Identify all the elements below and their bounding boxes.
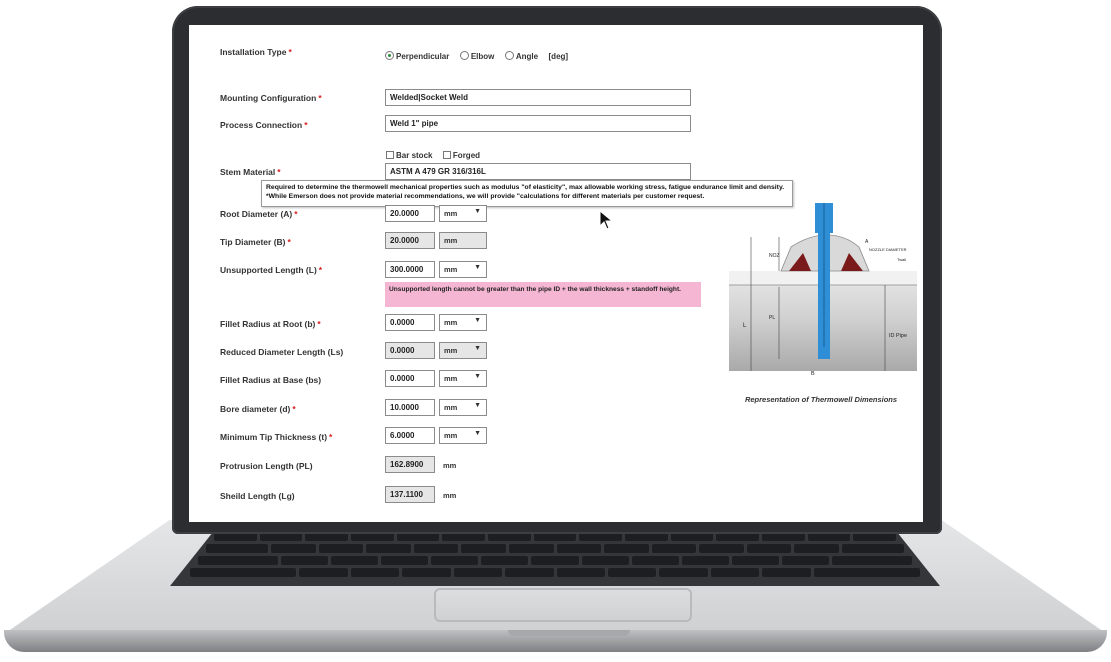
caret-down-icon: ▼ [474, 345, 481, 352]
checkbox-icon[interactable] [386, 151, 394, 159]
protrusion-length-unit: mm [443, 461, 457, 470]
stem-material-label: Stem Material * [220, 167, 281, 177]
protrusion-length-label: Protrusion Length (PL) [220, 461, 313, 471]
fillet-radius-root-field[interactable]: 0.0000 [385, 314, 435, 331]
unit-label: mm [444, 403, 458, 412]
b-label: B [811, 371, 815, 377]
radio-elbow[interactable]: Elbow [459, 51, 494, 61]
stem-material-field[interactable]: ASTM A 479 GR 316/316L [385, 163, 691, 180]
caret-down-icon: ▼ [474, 430, 481, 437]
tip-diameter-label: Tip Diameter (B) * [220, 237, 291, 247]
unsupported-length-field[interactable]: 300.0000 [385, 261, 435, 278]
diagram-caption: Representation of Thermowell Dimensions [744, 395, 898, 404]
unsupported-length-unit-select[interactable]: mm ▼ [439, 261, 487, 278]
reduced-diameter-length-label: Reduced Diameter Length (Ls) [220, 347, 344, 357]
installation-type-options: Perpendicular Elbow Angle [deg] [385, 46, 574, 64]
fillet-radius-root-label: Fillet Radius at Root (b) * [220, 319, 321, 329]
fillet-radius-base-unit-select[interactable]: mm ▼ [439, 370, 487, 387]
bore-diameter-label: Bore diameter (d) * [220, 404, 296, 414]
stock-options: Bar stock Forged [386, 145, 486, 163]
root-diameter-unit-select[interactable]: mm ▼ [439, 205, 487, 222]
installation-type-label: Installation Type * [220, 47, 292, 57]
laptop-frame: Installation Type * Perpendicular Elbow A… [0, 0, 1111, 662]
thermowell-diagram: NOZ L PL A NOZZLE DIAMETER Twall ID Pipe… [729, 203, 917, 377]
root-diameter-field[interactable]: 20.0000 [385, 205, 435, 222]
laptop-keyboard [170, 528, 940, 586]
unsupported-length-label: Unsupported Length (L) * [220, 265, 323, 275]
min-tip-thickness-unit-select[interactable]: mm ▼ [439, 427, 487, 444]
min-tip-thickness-label: Minimum Tip Thickness (t) * [220, 432, 333, 442]
id-pipe-label: ID Pipe [889, 333, 907, 339]
unit-label: mm [444, 209, 458, 218]
radio-angle[interactable]: Angle [504, 51, 538, 61]
fillet-radius-base-field[interactable]: 0.0000 [385, 370, 435, 387]
mounting-configuration-label: Mounting Configuration * [220, 93, 322, 103]
shield-length-label: Sheild Length (Lg) [220, 491, 295, 501]
checkbox-icon[interactable] [442, 151, 451, 159]
tip-diameter-unit: mm [439, 232, 487, 249]
tip-diameter-field[interactable]: 20.0000 [385, 232, 435, 249]
checkbox-bar-stock[interactable]: Bar stock [386, 151, 432, 160]
pl-label: PL [769, 315, 775, 321]
a-label: A [865, 239, 869, 245]
unit-label: mm [444, 374, 458, 383]
twall-label: Twall [897, 257, 906, 262]
radio-icon[interactable] [504, 51, 514, 60]
radio-selected-icon[interactable] [385, 51, 394, 60]
laptop-notch [508, 630, 630, 636]
reduced-diameter-length-field[interactable]: 0.0000 [385, 342, 435, 359]
reduced-diameter-length-unit-select[interactable]: mm ▼ [439, 342, 487, 359]
caret-down-icon: ▼ [474, 402, 481, 409]
fillet-radius-base-label: Fillet Radius at Base (bs) [220, 375, 322, 385]
laptop-touchpad [434, 588, 692, 622]
caret-down-icon: ▼ [474, 373, 481, 380]
shield-length-field: 137.1100 [385, 486, 435, 503]
unit-label: mm [444, 265, 458, 274]
checkbox-forged[interactable]: Forged [442, 151, 480, 160]
bore-diameter-field[interactable]: 10.0000 [385, 399, 435, 416]
process-connection-field[interactable]: Weld 1" pipe [385, 115, 691, 132]
unit-label: mm [444, 346, 458, 355]
caret-down-icon: ▼ [474, 317, 481, 324]
protrusion-length-field: 162.8900 [385, 456, 435, 473]
process-connection-label: Process Connection * [220, 120, 308, 130]
mounting-configuration-field[interactable]: Welded|Socket Weld [385, 89, 691, 106]
unsupported-length-warning: Unsupported length cannot be greater tha… [385, 282, 701, 307]
unit-label: mm [444, 318, 458, 327]
mouse-cursor-icon [599, 210, 613, 230]
unit-label: mm [444, 431, 458, 440]
bore-diameter-unit-select[interactable]: mm ▼ [439, 399, 487, 416]
nozzle-height-label: NOZ [769, 253, 780, 259]
angle-unit: [deg] [548, 52, 569, 61]
nozzle-diameter-label: NOZZLE DIAMETER [869, 247, 907, 252]
caret-down-icon: ▼ [474, 208, 481, 215]
radio-icon[interactable] [459, 51, 469, 60]
fillet-radius-root-unit-select[interactable]: mm ▼ [439, 314, 487, 331]
shield-length-unit: mm [443, 491, 457, 500]
min-tip-thickness-field[interactable]: 6.0000 [385, 427, 435, 444]
caret-down-icon: ▼ [474, 264, 481, 271]
stem-material-tooltip: Required to determine the thermowell mec… [261, 180, 793, 207]
radio-perpendicular[interactable]: Perpendicular [385, 51, 449, 61]
root-diameter-label: Root Diameter (A) * [220, 209, 298, 219]
screen: Installation Type * Perpendicular Elbow A… [189, 25, 923, 522]
